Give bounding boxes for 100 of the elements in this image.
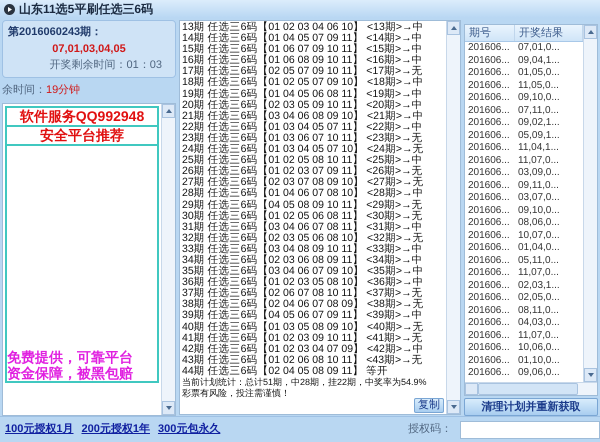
- table-cell-text: 11,07,0...: [517, 154, 560, 167]
- license-link[interactable]: 100元授权1月: [5, 421, 74, 438]
- table-row[interactable]: 201606... 09,10,0...: [465, 92, 583, 104]
- table-cell-text: 03,07,0...: [517, 192, 561, 204]
- table-cell-text: 201606...: [467, 67, 511, 80]
- table-cell-text: 09,10,0...: [517, 204, 561, 217]
- table-cell-text: 201606...: [467, 330, 511, 342]
- table-cell-text: 201606...: [467, 130, 511, 142]
- table-row[interactable]: 201606... 01,05,0...: [465, 67, 583, 80]
- table-row[interactable]: 201606... 02,03,1...: [465, 280, 583, 292]
- plan-line: 40期 任选三6码【01 03 05 08 09 10】 <40期>→无: [182, 322, 424, 333]
- down-arrow-icon: [450, 405, 456, 409]
- table-cell-text: 02,03,1...: [517, 280, 561, 292]
- plan-line: 38期 任选三6码【02 04 06 07 08 09】 <38期>→无: [182, 299, 424, 310]
- table-cell-text: 201606...: [467, 142, 511, 154]
- table-row[interactable]: 201606... 10,06,0...: [465, 342, 583, 354]
- table-row[interactable]: 201606... 09,04,1...: [465, 54, 583, 67]
- scroll-down-button[interactable]: [584, 368, 597, 382]
- table-cell-text: 02,05,0...: [517, 292, 561, 304]
- table-cell-text: 10,07,0...: [517, 230, 561, 242]
- window-title: 山东11选5平刷任选三6码: [19, 1, 154, 18]
- scroll-down-button[interactable]: [162, 401, 175, 415]
- plan-line: 28期 任选三6码【01 04 06 07 08 10】 <28期>→中: [182, 188, 424, 200]
- table-cell-text: 201606...: [467, 354, 511, 367]
- table-row[interactable]: 201606... 04,03,0...: [465, 317, 583, 330]
- table-row[interactable]: 201606... 03,09,0...: [465, 167, 583, 180]
- table-row[interactable]: 201606... 09,02,1...: [465, 117, 583, 130]
- table-row[interactable]: 201606... 08,06,0...: [465, 217, 583, 230]
- plan-line: 22期 任选三6码【01 03 04 05 07 11】 <22期>→中: [182, 122, 424, 133]
- table-row[interactable]: 201606... 07,11,0...: [465, 104, 583, 117]
- table-row[interactable]: 201606... 11,04,1...: [465, 142, 583, 154]
- horizontal-scrollbar[interactable]: [465, 382, 597, 395]
- refresh-plan-button[interactable]: 清理计划并重新获取: [464, 398, 598, 416]
- table-cell-text: 11,04,1...: [517, 142, 560, 154]
- plan-line: 44期 任选三6码【02 04 05 08 09 11】 等开: [182, 366, 390, 377]
- stats-line: 当前计划统计：总计51期，中28期，挂22期，中奖率为54.9%: [182, 377, 428, 388]
- table-row[interactable]: 201606... 09,10,0...: [465, 204, 583, 217]
- ad-text: 资金保障，被黑包赔: [7, 364, 134, 380]
- remaining-label: 余时间：: [2, 83, 46, 98]
- table-cell-text: 201606...: [467, 317, 511, 330]
- table-cell-text: 201606...: [467, 167, 511, 180]
- table-row[interactable]: 201606... 09,11,0...: [465, 180, 583, 192]
- table-row[interactable]: 201606... 05,09,1...: [465, 130, 583, 142]
- license-link[interactable]: 300元包永久: [158, 421, 220, 438]
- table-cell-text: 201606...: [467, 154, 511, 167]
- table-row[interactable]: 201606... 03,07,0...: [465, 192, 583, 204]
- plan-line: 18期 任选三6码【01 02 05 07 09 10】 <18期>→中: [182, 77, 424, 88]
- license-link[interactable]: 200元授权1年: [81, 421, 150, 438]
- table-cell-text: 201606...: [467, 292, 511, 304]
- table-row[interactable]: 201606... 01,10,0...: [465, 354, 583, 367]
- table-row[interactable]: 201606... 11,07,0...: [465, 330, 583, 342]
- table-row[interactable]: 201606... 11,05,0...: [465, 80, 583, 92]
- plan-line: 25期 任选三6码【01 02 05 08 10 11】 <25期>→中: [182, 155, 424, 166]
- table-cell-text: 201606...: [467, 80, 511, 92]
- table-row[interactable]: 201606... 09,06,0...: [465, 367, 583, 380]
- plan-line: 13期 任选三6码【01 02 03 04 06 10】 <13期>→中: [182, 22, 424, 33]
- table-row[interactable]: 201606... 02,05,0...: [465, 292, 583, 304]
- table-cell-text: 08,06,0...: [517, 217, 561, 230]
- table-cell-text: 07,11,0...: [517, 104, 560, 117]
- table-cell-text: 201606...: [467, 54, 511, 67]
- plan-line: 33期 任选三6码【03 04 08 09 10 11】 <33期>→中: [182, 244, 424, 255]
- scroll-up-button[interactable]: [447, 21, 460, 35]
- plan-line: 16期 任选三6码【01 06 08 09 10 11】 <16期>→中: [182, 55, 424, 66]
- table-cell-text: 03,09,0...: [517, 167, 561, 180]
- scroll-down-button[interactable]: [447, 400, 460, 414]
- plan-line: 42期 任选三6码【01 02 03 04 07 09】 <42期>→中: [182, 344, 424, 355]
- plan-line: 39期 任选三6码【04 05 06 07 09 11】 <39期>→中: [182, 310, 424, 322]
- table-cell-text: 10,06,0...: [517, 342, 561, 354]
- table-cell-text: 04,03,0...: [517, 317, 561, 330]
- table-cell-text: 201606...: [467, 267, 511, 280]
- plan-line: 31期 任选三6码【03 04 06 07 08 11】 <31期>→中: [182, 222, 424, 233]
- ad-text: 安全平台推荐: [7, 126, 157, 146]
- table-cell-text: 09,04,1...: [517, 54, 561, 67]
- table-row[interactable]: 201606... 07,01,0...: [465, 42, 583, 54]
- scroll-up-button[interactable]: [162, 104, 175, 118]
- table-row[interactable]: 201606... 10,07,0...: [465, 230, 583, 242]
- plan-line: 43期 任选三6码【01 02 06 08 10 11】 <43期>→无: [182, 354, 424, 366]
- plan-line: 21期 任选三6码【03 04 06 08 09 10】 <21期>→中: [182, 110, 424, 122]
- plan-line: 19期 任选三6码【01 04 05 06 08 11】 <19期>→中: [182, 88, 424, 100]
- table-cell-text: 08,11,0...: [517, 304, 560, 317]
- plan-line: 35期 任选三6码【03 04 06 07 09 10】 <35期>→中: [182, 266, 424, 278]
- table-row[interactable]: 201606... 08,11,0...: [465, 304, 583, 317]
- table-cell-text: 201606...: [467, 204, 511, 217]
- table-cell-text: 11,05,0...: [517, 80, 560, 92]
- table-row[interactable]: 201606... 05,11,0...: [465, 254, 583, 267]
- table-cell-text: 201606...: [467, 242, 511, 254]
- table-cell-text: 09,11,0...: [517, 180, 560, 192]
- table-row[interactable]: 201606... 11,07,0...: [465, 267, 583, 280]
- copy-button[interactable]: 复制: [414, 398, 444, 413]
- column-header[interactable]: 期号: [465, 25, 515, 41]
- scroll-up-button[interactable]: [584, 25, 597, 39]
- issue-label: 第2016060243期：: [8, 24, 104, 40]
- table-row[interactable]: 201606... 01,04,0...: [465, 242, 583, 254]
- up-arrow-icon: [166, 108, 172, 112]
- table-cell-text: 201606...: [467, 217, 511, 230]
- license-code-input[interactable]: [460, 420, 600, 438]
- table-cell-text: 09,10,0...: [517, 92, 561, 104]
- down-arrow-icon: [588, 373, 594, 377]
- table-row[interactable]: 201606... 11,07,0...: [465, 154, 583, 167]
- table-cell-text: 201606...: [467, 230, 511, 242]
